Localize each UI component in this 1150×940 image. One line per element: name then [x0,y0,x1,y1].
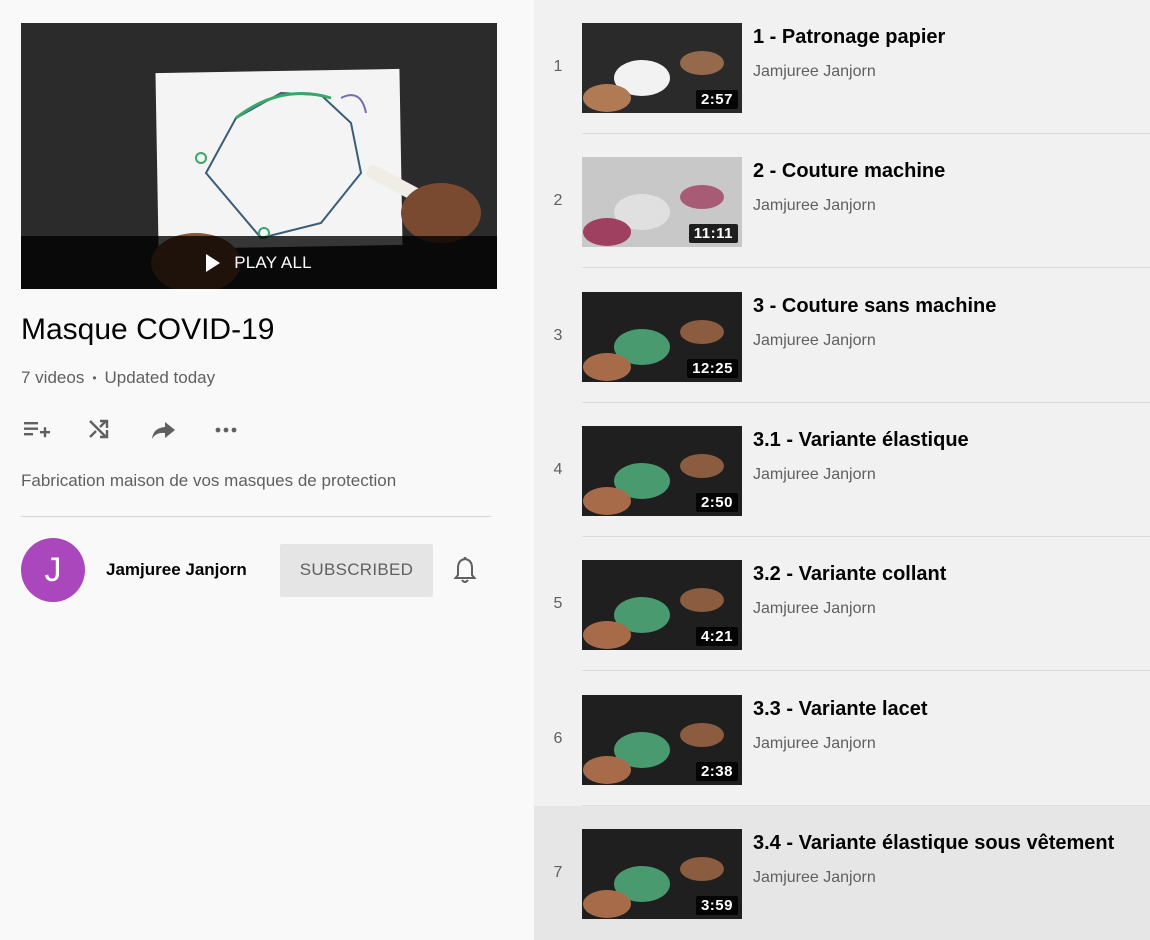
owner-name[interactable]: Jamjuree Janjorn [106,560,280,580]
add-to-queue-icon [24,422,50,438]
video-channel[interactable]: Jamjuree Janjorn [753,600,876,618]
video-duration: 2:38 [695,762,738,781]
video-index: 6 [553,730,563,747]
video-title[interactable]: 3.2 - Variante collant [753,563,946,586]
separator-dot: • [92,371,97,385]
video-index: 4 [553,461,563,478]
playlist-video-row[interactable]: 4 2:50 3.1 - Variante élastique Jamjuree Ja… [534,403,1150,537]
playlist-owner: J Jamjuree Janjorn SUBSCRIBED [21,538,491,602]
playlist-thumbnail[interactable]: PLAY ALL [21,23,497,289]
video-channel[interactable]: Jamjuree Janjorn [753,197,876,215]
playlist-video-row[interactable]: 7 3:59 3.4 - Variante élastique sous vêtem… [534,806,1150,940]
playlist-sidebar: PLAY ALL Masque COVID-19 7 videos • Upda… [0,0,534,940]
video-duration: 3:59 [695,896,738,915]
playlist-stats: 7 videos • Updated today [21,368,215,388]
video-thumbnail[interactable]: 11:11 [582,157,742,247]
video-index: 7 [553,864,563,881]
more-icon [215,427,237,433]
updated-label: Updated today [104,368,216,387]
playlist-video-list: 1 2:57 1 - Patronage papier Jamjuree Janjor… [534,0,1150,940]
playlist-video-row[interactable]: 3 12:25 3 - Couture sans machine Jamjuree J… [534,269,1150,403]
play-all-button[interactable]: PLAY ALL [21,236,497,289]
playlist-title: Masque COVID-19 [21,313,275,346]
playlist-video-row[interactable]: 6 2:38 3.3 - Variante lacet Jamjuree Janjor… [534,672,1150,806]
play-icon [206,253,221,272]
video-title[interactable]: 3 - Couture sans machine [753,295,996,318]
playlist-video-row[interactable]: 5 4:21 3.2 - Variante collant Jamjuree Janj… [534,537,1150,671]
subscribe-button[interactable]: SUBSCRIBED [280,543,433,597]
video-index: 1 [553,58,563,75]
video-thumbnail[interactable]: 2:50 [582,426,742,516]
share-icon [152,422,175,439]
video-index: 2 [553,192,563,209]
avatar[interactable]: J [21,538,85,602]
more-options-button[interactable] [213,414,277,446]
divider [21,516,491,517]
video-channel[interactable]: Jamjuree Janjorn [753,869,876,887]
video-title[interactable]: 3.4 - Variante élastique sous vêtement [753,832,1114,855]
notification-bell-button[interactable] [451,556,479,584]
shuffle-icon [89,419,109,439]
add-to-queue-button[interactable] [21,414,85,446]
video-index: 5 [553,595,563,612]
video-duration: 2:57 [695,90,738,109]
row-divider [582,267,1150,268]
video-channel[interactable]: Jamjuree Janjorn [753,63,876,81]
video-thumbnail[interactable]: 3:59 [582,829,742,919]
video-duration: 4:21 [695,627,738,646]
video-thumbnail[interactable]: 2:57 [582,23,742,113]
video-thumbnail[interactable]: 12:25 [582,292,742,382]
video-title[interactable]: 3.3 - Variante lacet [753,698,928,721]
shuffle-button[interactable] [85,414,149,446]
video-channel[interactable]: Jamjuree Janjorn [753,466,876,484]
playlist-video-row[interactable]: 1 2:57 1 - Patronage papier Jamjuree Janjor… [534,0,1150,134]
video-duration: 2:50 [695,493,738,512]
video-title[interactable]: 2 - Couture machine [753,160,945,183]
video-title[interactable]: 3.1 - Variante élastique [753,429,969,452]
video-duration: 11:11 [688,224,738,243]
video-index: 3 [553,327,563,344]
row-divider [582,670,1150,671]
video-duration: 12:25 [687,359,738,378]
playlist-description: Fabrication maison de vos masques de pro… [21,471,397,490]
share-button[interactable] [149,414,213,446]
playlist-video-row[interactable]: 2 11:11 2 - Couture machine Jamjuree Janjor… [534,134,1150,268]
video-thumbnail[interactable]: 4:21 [582,560,742,650]
video-title[interactable]: 1 - Patronage papier [753,26,945,49]
video-channel[interactable]: Jamjuree Janjorn [753,735,876,753]
video-channel[interactable]: Jamjuree Janjorn [753,332,876,350]
play-all-label: PLAY ALL [234,252,312,272]
playlist-actions [21,414,277,446]
bell-icon [453,557,477,583]
video-thumbnail[interactable]: 2:38 [582,695,742,785]
video-count: 7 videos [21,368,85,387]
